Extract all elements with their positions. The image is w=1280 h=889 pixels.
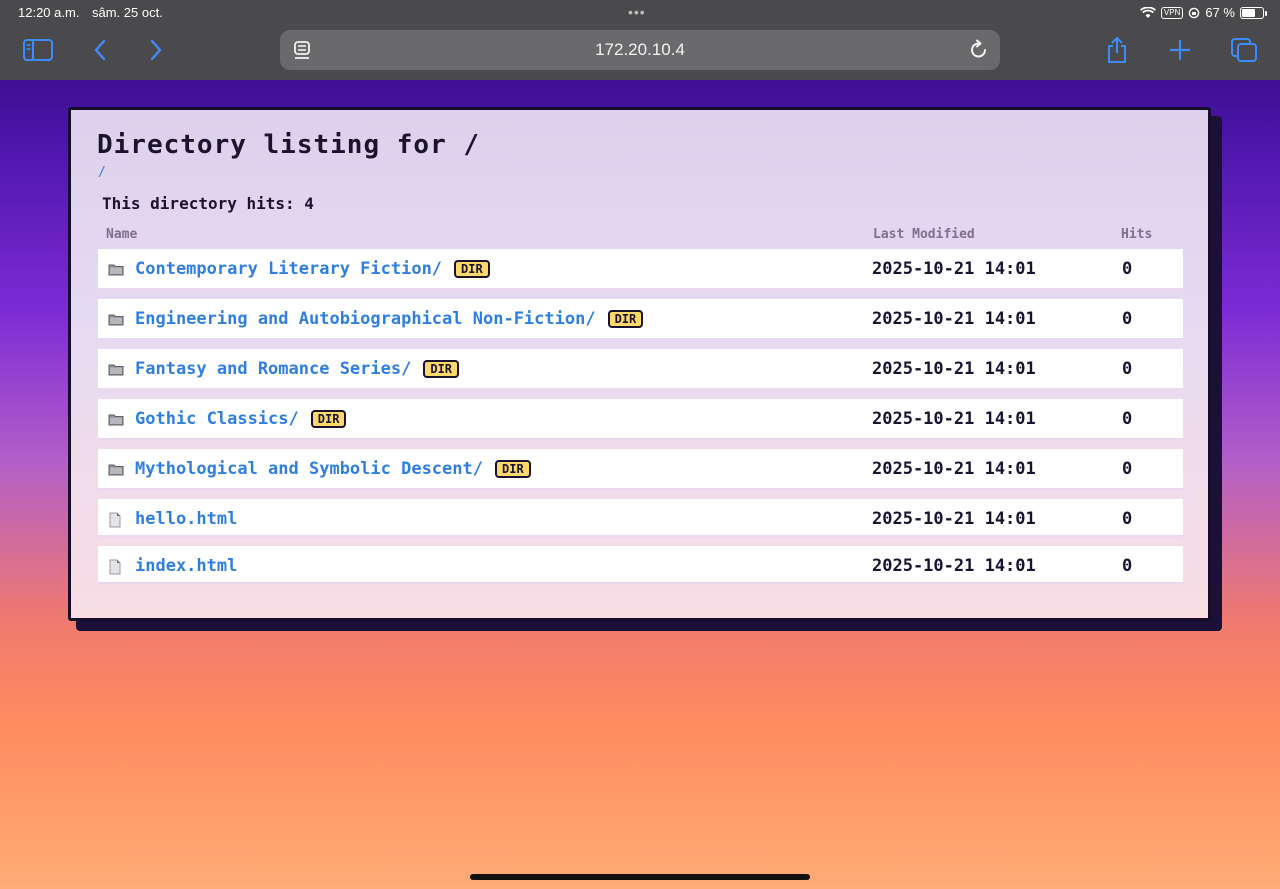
directory-card: Directory listing for / / This directory… <box>68 107 1211 621</box>
entry-modified: 2025-10-21 14:01 <box>872 359 1036 379</box>
entry-hits: 0 <box>1122 509 1133 529</box>
table-row: Engineering and Autobiographical Non-Fic… <box>98 299 1183 340</box>
status-bar: 12:20 a.m. sâm. 25 oct. ••• VPN 67 % <box>0 4 1280 22</box>
battery-percent: 67 % <box>1205 5 1235 20</box>
entry-hits: 0 <box>1122 359 1133 379</box>
entry-name: Contemporary Literary Fiction/ <box>135 259 443 279</box>
folder-icon <box>108 412 124 426</box>
table-row: Gothic Classics/DIR 2025-10-21 14:01 0 <box>98 399 1183 440</box>
entry-hits: 0 <box>1122 259 1133 279</box>
status-right: VPN 67 % <box>1139 5 1267 20</box>
entry-hits: 0 <box>1122 309 1133 329</box>
entry-name: Mythological and Symbolic Descent/ <box>135 459 483 479</box>
dir-badge: DIR <box>310 410 347 428</box>
multitasking-dots-icon[interactable]: ••• <box>628 4 646 20</box>
table-row: Contemporary Literary Fiction/DIR 2025-10… <box>98 249 1183 290</box>
folder-icon <box>108 362 124 376</box>
status-time: 12:20 a.m. <box>18 5 80 20</box>
entry-link[interactable]: Engineering and Autobiographical Non-Fic… <box>135 309 644 329</box>
directory-hits: This directory hits: 4 <box>102 194 314 213</box>
orientation-lock-icon <box>1189 7 1200 18</box>
dir-badge: DIR <box>607 310 644 328</box>
entry-hits: 0 <box>1122 459 1133 479</box>
home-indicator <box>470 874 810 880</box>
page-title: Directory listing for / <box>97 130 481 160</box>
entry-hits: 0 <box>1122 409 1133 429</box>
file-icon <box>108 559 124 575</box>
entry-modified: 2025-10-21 14:01 <box>872 459 1036 479</box>
entry-link[interactable]: Contemporary Literary Fiction/DIR <box>135 259 490 279</box>
entry-link[interactable]: Mythological and Symbolic Descent/DIR <box>135 459 531 479</box>
share-icon[interactable] <box>1101 34 1133 66</box>
status-date: sâm. 25 oct. <box>92 5 163 20</box>
entry-link[interactable]: Gothic Classics/DIR <box>135 409 347 429</box>
dir-badge: DIR <box>454 260 490 278</box>
entry-name: Gothic Classics/ <box>135 409 299 429</box>
back-icon[interactable] <box>84 34 116 66</box>
entry-name: hello.html <box>135 509 238 529</box>
folder-icon <box>108 262 124 276</box>
folder-icon <box>108 462 124 476</box>
entry-modified: 2025-10-21 14:01 <box>872 509 1036 529</box>
dir-badge: DIR <box>423 360 460 378</box>
file-icon <box>108 512 124 528</box>
table-row: Mythological and Symbolic Descent/DIR 202… <box>98 449 1183 490</box>
page-menu-icon[interactable] <box>292 40 312 60</box>
table-row: hello.html 2025-10-21 14:01 0 <box>98 499 1183 537</box>
url-text: 172.20.10.4 <box>595 40 685 59</box>
entry-hits: 0 <box>1122 556 1133 576</box>
column-header-modified[interactable]: Last Modified <box>873 227 975 242</box>
entry-link[interactable]: Fantasy and Romance Series/DIR <box>135 359 460 379</box>
entry-link[interactable]: index.html <box>135 556 237 576</box>
tabs-overview-icon[interactable] <box>1228 34 1260 66</box>
forward-icon[interactable] <box>140 34 172 66</box>
vpn-badge: VPN <box>1160 6 1184 19</box>
address-bar[interactable]: 172.20.10.4 <box>280 30 1000 70</box>
entry-link[interactable]: hello.html <box>135 509 237 529</box>
entry-modified: 2025-10-21 14:01 <box>872 556 1036 576</box>
column-header-hits[interactable]: Hits <box>1121 227 1152 242</box>
table-row: index.html 2025-10-21 14:01 0 <box>98 546 1183 584</box>
battery-icon <box>1240 6 1267 19</box>
folder-icon <box>108 312 124 326</box>
entry-modified: 2025-10-21 14:01 <box>872 309 1036 329</box>
table-row: Fantasy and Romance Series/DIR 2025-10-21… <box>98 349 1183 390</box>
column-header-name[interactable]: Name <box>106 227 137 242</box>
sidebar-toggle-icon[interactable] <box>22 34 54 66</box>
entry-modified: 2025-10-21 14:01 <box>872 409 1036 429</box>
new-tab-icon[interactable] <box>1164 34 1196 66</box>
breadcrumb-root[interactable]: / <box>98 165 106 180</box>
entry-modified: 2025-10-21 14:01 <box>872 259 1036 279</box>
dir-badge: DIR <box>495 460 531 478</box>
entry-name: Fantasy and Romance Series/ <box>135 359 412 379</box>
reload-icon[interactable] <box>968 39 990 61</box>
wifi-icon <box>1139 6 1156 18</box>
entry-name: Engineering and Autobiographical Non-Fic… <box>135 309 596 329</box>
browser-toolbar: 12:20 a.m. sâm. 25 oct. ••• VPN 67 % 172 <box>0 0 1280 80</box>
entry-name: index.html <box>135 556 238 576</box>
